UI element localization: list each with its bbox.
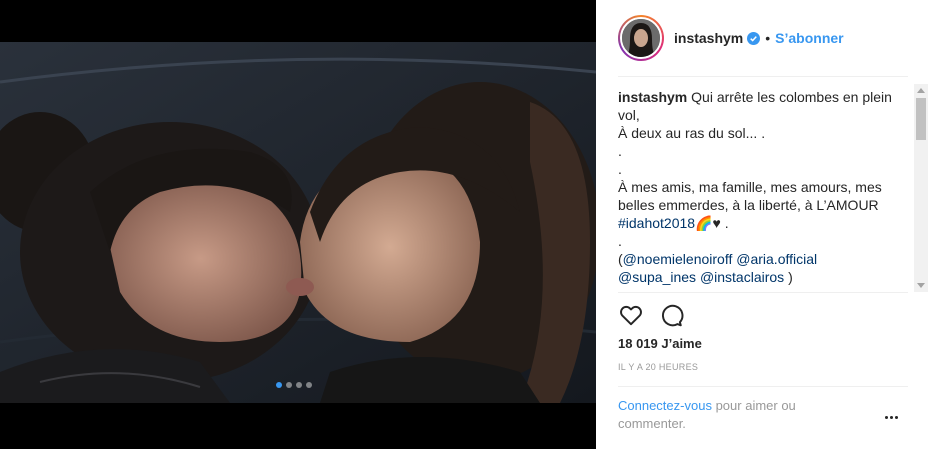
- comment-bubble-icon[interactable]: [658, 302, 684, 328]
- post-username[interactable]: instashym: [674, 30, 743, 46]
- caption-line: À deux au ras du sol... .: [618, 125, 766, 141]
- caption-line: À mes amis, ma famille, mes amours, mes …: [618, 179, 882, 213]
- carousel-indicator: [276, 382, 312, 388]
- like-count[interactable]: 18 019 J’aime: [618, 336, 702, 351]
- caption-paren: ): [788, 269, 793, 285]
- caption-line: .: [618, 233, 622, 249]
- login-link[interactable]: Connectez-vous: [618, 398, 712, 413]
- mention-link[interactable]: @supa_ines: [618, 269, 696, 285]
- hashtag-link[interactable]: #idahot2018: [618, 215, 695, 231]
- scrollbar-thumb[interactable]: [916, 98, 926, 140]
- heart-icon[interactable]: [618, 302, 644, 328]
- caption-line: .: [618, 161, 622, 177]
- mention-link[interactable]: @aria.official: [736, 251, 817, 267]
- avatar[interactable]: [618, 15, 664, 61]
- mention-link[interactable]: @instaclairos: [700, 269, 784, 285]
- follow-button[interactable]: S’abonner: [775, 30, 843, 46]
- carousel-dot[interactable]: [276, 382, 282, 388]
- carousel-dot[interactable]: [296, 382, 302, 388]
- footer-divider: [618, 386, 908, 387]
- verified-badge-icon: [747, 31, 761, 45]
- carousel-dot[interactable]: [306, 382, 312, 388]
- post-side-panel: instashym • S’abonner instashym Qui arrê…: [596, 0, 930, 449]
- more-options-icon[interactable]: [885, 412, 903, 422]
- post-media: [0, 0, 596, 449]
- header-divider: [618, 76, 908, 77]
- caption-divider: [618, 292, 908, 293]
- caption-line: .: [618, 143, 622, 159]
- scroll-up-icon[interactable]: [917, 88, 925, 93]
- scroll-down-icon[interactable]: [917, 283, 925, 288]
- post-actions: [618, 302, 684, 328]
- caption-username[interactable]: instashym: [618, 89, 687, 105]
- post-caption: instashym Qui arrête les colombes en ple…: [618, 88, 906, 288]
- avatar-image: [620, 17, 662, 59]
- post-photo[interactable]: [0, 42, 596, 403]
- caption-emoji: 🌈♥ .: [695, 215, 729, 231]
- header-separator: •: [765, 30, 771, 46]
- carousel-dot[interactable]: [286, 382, 292, 388]
- post-timestamp[interactable]: IL Y A 20 HEURES: [618, 362, 698, 372]
- login-prompt: Connectez-vous pour aimer ou commenter.: [618, 397, 838, 433]
- caption-scrollbar[interactable]: [914, 84, 928, 292]
- photo-image: [0, 42, 596, 403]
- mention-link[interactable]: @noemielenoiroff: [623, 251, 733, 267]
- post-header: instashym • S’abonner: [596, 0, 930, 76]
